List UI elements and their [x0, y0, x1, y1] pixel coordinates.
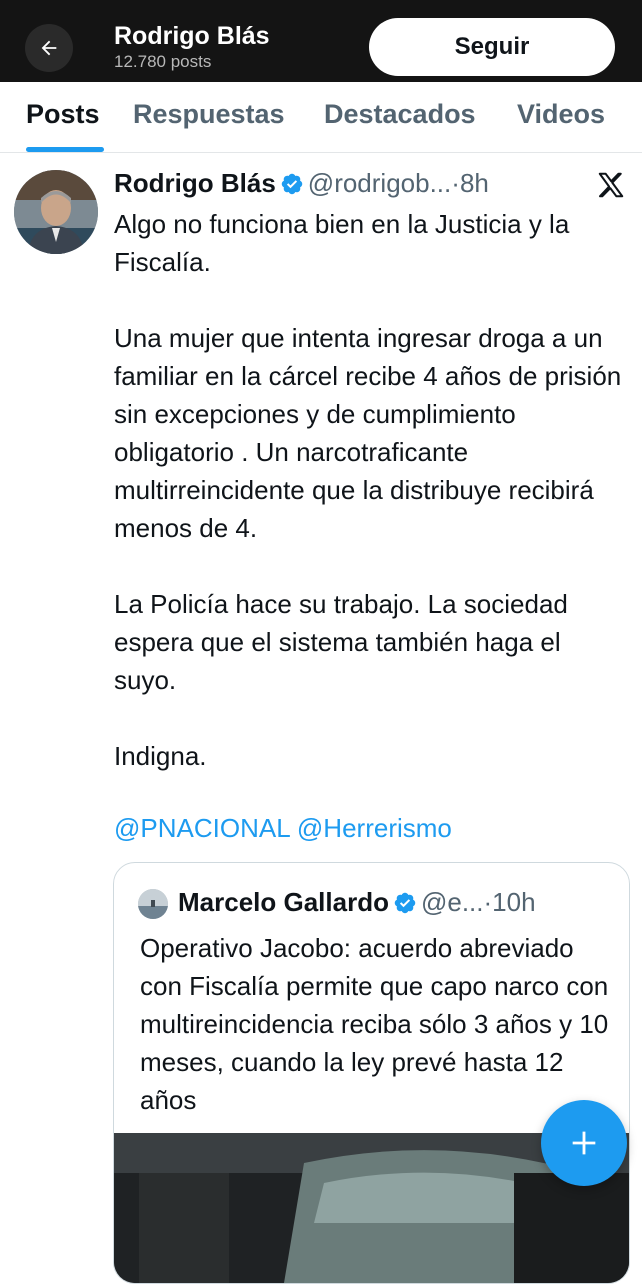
verified-badge-icon	[281, 173, 303, 195]
quoted-author-line: Marcelo Gallardo @e...·10h	[178, 887, 536, 918]
author-name[interactable]: Rodrigo Blás	[114, 168, 276, 198]
post-mentions[interactable]: @PNACIONAL @Herrerismo	[114, 809, 452, 847]
quoted-avatar	[138, 889, 168, 919]
post-author-line: Rodrigo Blás @rodrigob...·8h	[114, 168, 614, 200]
quoted-post-body: Operativo Jacobo: acuerdo abreviado con …	[140, 933, 609, 1115]
quoted-author-handle: @e...	[420, 887, 484, 917]
quoted-timestamp: 10h	[492, 887, 536, 917]
arrow-left-icon	[41, 40, 57, 56]
post-count: 12.780 posts	[114, 52, 212, 71]
tab-destacados[interactable]: Destacados	[324, 99, 476, 130]
tab-videos[interactable]: Videos	[517, 99, 605, 130]
back-button[interactable]	[25, 24, 73, 72]
post-body: Algo no funciona bien en la Justicia y l…	[114, 209, 622, 771]
verified-badge-icon	[394, 892, 416, 914]
separator-dot: ·	[451, 168, 460, 198]
avatar[interactable]	[14, 170, 98, 254]
plus-icon	[572, 1131, 596, 1155]
profile-header: Rodrigo Blás 12.780 posts Seguir	[0, 0, 642, 82]
active-tab-indicator	[26, 147, 104, 152]
quoted-post[interactable]: Marcelo Gallardo @e...·10h Operativo Jaco…	[113, 862, 630, 1284]
profile-tabs: Posts Respuestas Destacados Videos	[0, 82, 642, 153]
compose-button[interactable]	[541, 1100, 627, 1186]
tab-respuestas[interactable]: Respuestas	[133, 99, 285, 130]
author-handle[interactable]: @rodrigob...	[308, 168, 451, 198]
slash-x-icon[interactable]	[596, 170, 626, 200]
separator-dot: ·	[483, 887, 493, 917]
tab-posts[interactable]: Posts	[26, 99, 100, 130]
post-timestamp[interactable]: 8h	[460, 168, 489, 198]
follow-button[interactable]: Seguir	[369, 18, 615, 76]
quoted-author-name: Marcelo Gallardo	[178, 887, 389, 917]
profile-name: Rodrigo Blás	[114, 22, 270, 50]
